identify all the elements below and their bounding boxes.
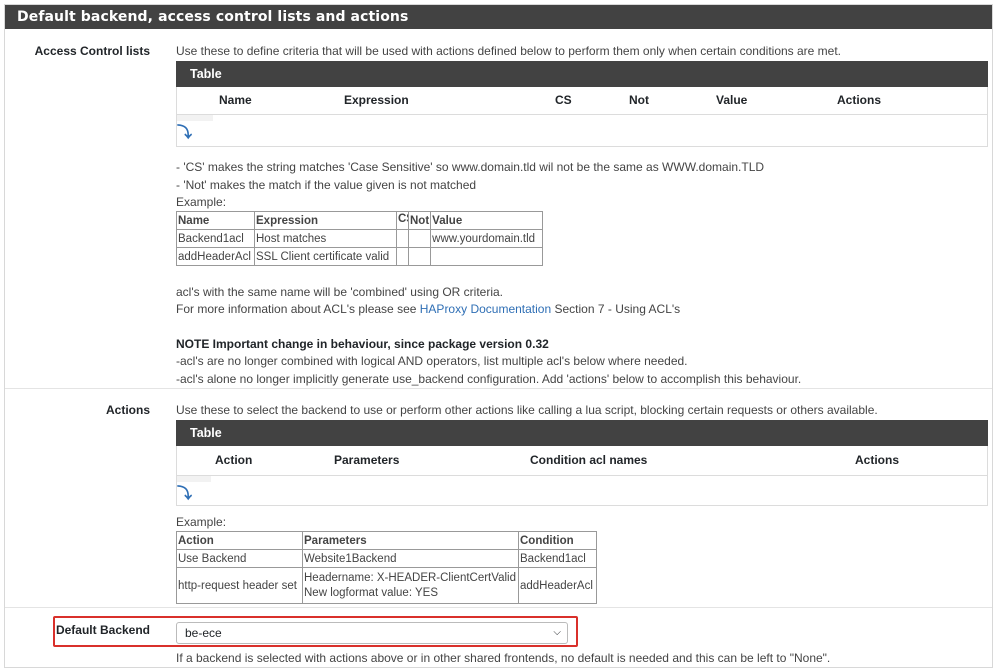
actions-row: Actions Use these to select the backend … <box>5 388 992 608</box>
acl-col-actions: Actions <box>837 93 882 107</box>
acl-table: Name Expression CS Not Value Actions ⤵ <box>176 87 988 147</box>
actions-col-parameters: Parameters <box>334 453 400 467</box>
table-row: Use Backend Website1Backend Backend1acl <box>176 549 597 568</box>
table-row: Backend1acl Host matches www.yourdomain.… <box>176 229 544 248</box>
default-backend-label: Default Backend <box>55 623 150 637</box>
table-cell: www.yourdomain.tld <box>430 229 544 248</box>
acl-example-table: Name Expression CS Not Value Backend1acl… <box>176 211 544 266</box>
acl-important-line: -acl's alone no longer implicitly genera… <box>176 372 802 386</box>
acl-col-name: Name <box>219 93 252 107</box>
chevron-down-icon: ⌵ <box>553 627 561 638</box>
param-line: Headername: X-HEADER-ClientCertValid <box>304 571 516 584</box>
acl-col-not: Not <box>629 93 649 107</box>
acl-more-info-suffix: Section 7 - Using ACL's <box>554 302 681 316</box>
table-cell <box>430 247 544 266</box>
acl-label: Access Control lists <box>34 44 150 58</box>
actions-col-actions: Actions <box>855 453 900 467</box>
acl-ex-header: Not <box>407 211 432 230</box>
table-cell: Backend1acl <box>518 549 597 568</box>
table-cell: Backend1acl <box>176 229 255 248</box>
table-cell <box>396 229 409 248</box>
acl-help: Use these to define criteria that will b… <box>176 44 842 58</box>
actions-table: Action Parameters Condition acl names Ac… <box>176 446 988 506</box>
acl-col-cs: CS <box>555 93 572 107</box>
acl-add-row-icon[interactable]: ⤵ <box>177 121 192 142</box>
acl-ex-header: CS <box>396 211 409 230</box>
actions-add-row-icon[interactable]: ⤵ <box>177 482 192 503</box>
acl-col-expression: Expression <box>344 93 409 107</box>
actions-example-label: Example: <box>176 515 227 529</box>
actions-ex-header: Parameters <box>302 531 519 550</box>
default-backend-selected: be-ece <box>185 626 222 640</box>
actions-label: Actions <box>105 403 150 417</box>
actions-help: Use these to select the backend to use o… <box>176 403 878 417</box>
acl-ex-header: Expression <box>254 211 397 230</box>
table-cell: addHeaderAcl <box>518 567 597 604</box>
acl-note-cs: - 'CS' makes the string matches 'Case Se… <box>176 160 765 174</box>
acl-actions-panel: Default backend, access control lists an… <box>4 4 993 668</box>
table-cell: SSL Client certificate valid <box>254 247 397 266</box>
table-cell <box>396 247 409 266</box>
acl-ex-header-cs: CS <box>398 213 408 225</box>
acl-note-not: - 'Not' makes the match if the value giv… <box>176 178 477 192</box>
acl-combined-note: acl's with the same name will be 'combin… <box>176 285 504 299</box>
actions-ex-header: Action <box>176 531 303 550</box>
default-backend-select[interactable]: be-ece ⌵ <box>176 622 568 644</box>
table-cell: Use Backend <box>176 549 303 568</box>
param-line: New logformat value: YES <box>304 586 439 599</box>
table-row: addHeaderAcl SSL Client certificate vali… <box>176 247 544 266</box>
actions-col-action: Action <box>215 453 253 467</box>
actions-table-header: Table <box>176 420 988 446</box>
table-cell <box>407 247 432 266</box>
table-cell: Website1Backend <box>302 549 519 568</box>
default-backend-help: If a backend is selected with actions ab… <box>176 651 831 665</box>
table-cell: Host matches <box>254 229 397 248</box>
table-cell <box>407 229 432 248</box>
acl-row: Access Control lists Use these to define… <box>5 29 992 389</box>
acl-important-title: NOTE Important change in behaviour, sinc… <box>176 337 549 351</box>
table-row: http-request header set Headername: X-HE… <box>176 567 597 604</box>
haproxy-documentation-link[interactable]: HAProxy Documentation <box>420 302 551 316</box>
acl-example-label: Example: <box>176 195 227 209</box>
acl-more-info-prefix: For more information about ACL's please … <box>176 302 417 316</box>
table-cell: addHeaderAcl <box>176 247 255 266</box>
acl-ex-header: Name <box>176 211 255 230</box>
default-backend-row: Default Backend be-ece ⌵ If a backend is… <box>5 607 992 669</box>
actions-example-table: Action Parameters Condition Use Backend … <box>176 531 597 604</box>
acl-table-header: Table <box>176 61 988 87</box>
acl-col-value: Value <box>716 93 748 107</box>
table-cell: http-request header set <box>176 567 303 604</box>
actions-col-condition: Condition acl names <box>530 453 648 467</box>
table-cell: Headername: X-HEADER-ClientCertValid New… <box>302 567 519 604</box>
acl-important-line: -acl's are no longer combined with logic… <box>176 354 688 368</box>
actions-ex-header: Condition <box>518 531 597 550</box>
acl-more-info: For more information about ACL's please … <box>176 302 680 316</box>
acl-ex-header: Value <box>430 211 544 230</box>
panel-title: Default backend, access control lists an… <box>5 5 992 29</box>
